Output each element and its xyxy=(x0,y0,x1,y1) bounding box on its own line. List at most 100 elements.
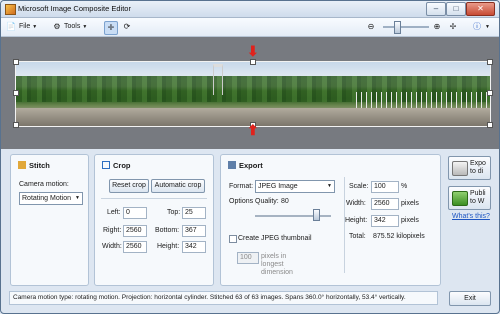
app-icon xyxy=(5,4,16,15)
crop-handle-right[interactable] xyxy=(487,90,493,96)
crop-height-input[interactable]: 342 xyxy=(182,241,206,253)
crop-handle-top-left[interactable] xyxy=(13,59,19,65)
crop-title: Crop xyxy=(113,161,131,170)
camera-motion-select[interactable]: Rotating Motion ▼ xyxy=(19,192,83,205)
crop-tool-icon[interactable]: ✛ xyxy=(104,21,118,35)
zoom-in-icon[interactable]: ⊕ xyxy=(431,21,443,33)
export-divider xyxy=(344,177,345,273)
exit-button[interactable]: Exit xyxy=(449,291,491,306)
format-value: JPEG Image xyxy=(258,183,298,190)
stitch-panel: Stitch Camera motion: Rotating Motion ▼ xyxy=(10,154,89,286)
chevron-down-icon: ▼ xyxy=(327,183,332,189)
zoom-slider-thumb[interactable] xyxy=(394,21,401,34)
total-value: 875.52 kilopixels xyxy=(373,233,425,240)
crop-handle-top[interactable] xyxy=(250,59,256,65)
crop-divider xyxy=(101,198,207,199)
automatic-crop-button[interactable]: Automatic crop xyxy=(151,179,205,193)
status-bar: Camera motion type: rotating motion. Pro… xyxy=(9,291,438,305)
crop-handle-top-right[interactable] xyxy=(487,59,493,65)
total-label: Total: xyxy=(349,233,366,240)
export-height-input[interactable]: 342 xyxy=(371,215,399,227)
export-to-disk-label: Expo to di xyxy=(470,160,486,175)
crop-left-label: Left: xyxy=(107,209,121,216)
title-bar: Microsoft Image Composite Editor – □ ✕ xyxy=(1,1,499,18)
crop-handle-left[interactable] xyxy=(13,90,19,96)
arrow-up-icon: ⬆ xyxy=(247,122,259,138)
tools-menu[interactable]: Tools ▼ xyxy=(64,21,87,33)
help-menu-caret[interactable]: ▼ xyxy=(483,21,490,33)
format-select[interactable]: JPEG Image ▼ xyxy=(255,180,335,193)
thumbnail-hint-1: pixels in xyxy=(261,253,287,260)
crop-icon xyxy=(102,161,110,169)
export-width-unit: pixels xyxy=(401,200,419,207)
quality-slider-thumb[interactable] xyxy=(312,209,320,221)
reset-crop-button[interactable]: Reset crop xyxy=(109,179,149,193)
crop-header: Crop xyxy=(102,161,131,170)
camera-motion-label: Camera motion: xyxy=(19,181,69,188)
create-thumbnail-checkbox[interactable] xyxy=(229,235,237,243)
export-header: Export xyxy=(228,161,263,170)
close-button[interactable]: ✕ xyxy=(466,2,495,16)
crop-top-label: Top: xyxy=(167,209,181,216)
disk-icon xyxy=(452,161,468,176)
export-to-disk-button[interactable]: Expo to di xyxy=(448,156,491,180)
export-height-label: Height: xyxy=(345,217,368,224)
scale-unit: % xyxy=(401,183,408,190)
crop-right-label: Right: xyxy=(103,227,122,234)
web-icon xyxy=(452,191,468,206)
create-thumbnail-label: Create JPEG thumbnail xyxy=(238,235,312,242)
crop-handle-bottom-left[interactable] xyxy=(13,122,19,128)
thumbnail-hint-3: dimension xyxy=(261,269,293,276)
thumbnail-hint-2: longest xyxy=(261,261,284,268)
export-panel: Export Format: JPEG Image ▼ Options Quali… xyxy=(220,154,441,286)
stitch-header: Stitch xyxy=(18,161,50,170)
export-icon xyxy=(228,161,236,169)
crop-bottom-input[interactable]: 367 xyxy=(182,225,206,237)
fit-to-window-icon[interactable]: ✢ xyxy=(447,21,459,33)
format-label: Format: xyxy=(229,183,254,190)
chevron-down-icon: ▼ xyxy=(75,195,80,201)
crop-top-input[interactable]: 25 xyxy=(182,207,206,219)
stitch-icon xyxy=(18,161,26,169)
file-menu-label: File xyxy=(19,23,31,30)
panorama-image[interactable] xyxy=(15,61,491,127)
export-width-label: Width: xyxy=(346,200,366,207)
stitch-title: Stitch xyxy=(29,161,50,170)
file-icon: 📄 xyxy=(6,22,16,31)
crop-width-label: Width: xyxy=(102,243,122,250)
options-label: Options xyxy=(229,198,254,205)
crop-width-input[interactable]: 2560 xyxy=(123,241,147,253)
crop-panel: Crop Reset crop Automatic crop Left: 0 T… xyxy=(94,154,214,286)
crop-bottom-label: Bottom: xyxy=(155,227,180,234)
camera-motion-value: Rotating Motion xyxy=(22,195,72,202)
main-window: Microsoft Image Composite Editor – □ ✕ 📄… xyxy=(0,0,500,314)
file-menu[interactable]: File ▼ xyxy=(19,21,37,33)
panorama-tower xyxy=(213,64,223,95)
export-title: Export xyxy=(239,161,263,170)
thumbnail-size-input[interactable]: 100 xyxy=(237,252,259,264)
tools-icon: ⚙ xyxy=(53,22,61,31)
zoom-slider-track[interactable] xyxy=(383,26,429,28)
quality-label: Quality: xyxy=(255,198,279,205)
whats-this-link[interactable]: What's this? xyxy=(452,213,490,220)
arrow-down-icon: ⬇ xyxy=(247,43,259,59)
window-title: Microsoft Image Composite Editor xyxy=(18,4,131,13)
zoom-out-icon[interactable]: ⊖ xyxy=(365,21,377,33)
help-icon[interactable]: ⓘ xyxy=(471,21,483,33)
rotate-tool-icon[interactable]: ⟳ xyxy=(121,21,133,33)
publish-to-web-label: Publi to W xyxy=(470,190,486,205)
crop-left-input[interactable]: 0 xyxy=(123,207,147,219)
crop-height-label: Height: xyxy=(157,243,180,250)
export-height-unit: pixels xyxy=(401,217,419,224)
crop-handle-bottom-right[interactable] xyxy=(487,122,493,128)
tools-menu-label: Tools xyxy=(64,23,81,30)
chevron-down-icon: ▼ xyxy=(32,24,38,30)
publish-to-web-button[interactable]: Publi to W xyxy=(448,186,491,210)
scale-input[interactable]: 100 xyxy=(371,181,399,193)
maximize-button[interactable]: □ xyxy=(446,2,466,16)
minimize-button[interactable]: – xyxy=(426,2,446,16)
export-width-input[interactable]: 2560 xyxy=(371,198,399,210)
crop-right-input[interactable]: 2560 xyxy=(123,225,147,237)
chevron-down-icon: ▼ xyxy=(485,24,490,30)
chevron-down-icon: ▼ xyxy=(82,24,88,30)
